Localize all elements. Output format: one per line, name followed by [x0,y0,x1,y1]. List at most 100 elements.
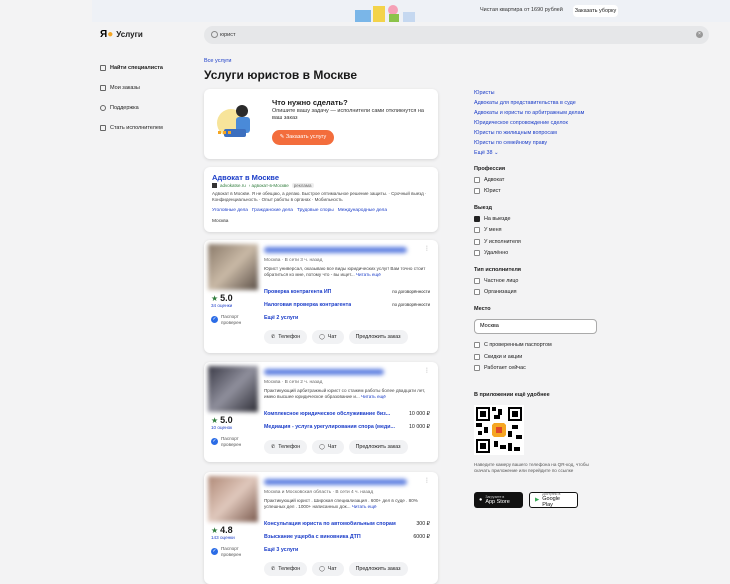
filter-checkbox[interactable]: На выезде [474,213,624,225]
chat-button[interactable]: ◯ Чат [312,562,344,576]
search-input[interactable] [220,29,680,41]
more-menu-icon[interactable]: ⋮ [424,477,430,484]
logo-text: Услуги [116,30,143,39]
ad-link[interactable]: Трудовые споры [297,208,334,213]
specialist-card[interactable]: ⋮ Москва · В сети 2 ч. назад Практикующи… [204,362,438,462]
filter-checkbox[interactable]: С проверенным паспортом [474,340,624,352]
grid-icon [100,65,106,71]
passport-verified: ✓ Паспорт проверен [211,436,241,447]
read-more-link[interactable]: Читать ещё [361,394,386,399]
reviews-link[interactable]: 143 оценки [211,535,235,540]
rating-value: 4.8 [220,525,233,535]
offer-order-button[interactable]: Предложить заказ [348,562,408,576]
logo[interactable]: Я● Услуги [100,29,143,40]
more-services-link[interactable]: Ещё 2 услуги [264,315,298,321]
breadcrumb[interactable]: Все услуги [204,58,231,64]
service-name: Взыскание ущерба с виновника ДТП [264,534,361,540]
checkbox[interactable] [474,238,480,245]
checkbox[interactable] [474,277,480,284]
order-cleaning-button[interactable]: Заказать уборку [573,5,618,17]
checkbox-checked[interactable] [474,215,480,222]
order-service-button[interactable]: ✎ Заказать услугу [272,130,334,145]
service-row[interactable]: Комплексное юридическое обслуживание биз… [264,411,430,417]
checkbox[interactable] [474,289,480,296]
checkbox[interactable] [474,342,480,349]
read-more-link[interactable]: Читать ещё [356,272,381,277]
specialist-name-blurred [264,247,407,253]
more-menu-icon[interactable]: ⋮ [424,245,430,252]
checkbox[interactable] [474,188,480,195]
person-with-phone-illustration [217,105,250,137]
checkbox-label: У исполнителя [484,238,521,245]
service-row[interactable]: Медиация - услуга урегулирования спора (… [264,424,430,430]
ad-link[interactable]: Уголовные дела [212,208,248,213]
chat-button[interactable]: ◯ Чат [312,440,344,454]
category-link[interactable]: Юристы по семейному праву [474,138,624,148]
filter-checkbox[interactable]: Частное лицо [474,275,624,287]
more-menu-icon[interactable]: ⋮ [424,367,430,374]
reviews-link[interactable]: 10 оценок [211,425,232,430]
ad-domain[interactable]: advokatse.ru [220,183,246,188]
passport-verified: ✓ Паспорт проверен [211,314,241,325]
banner-text: Чистая квартира от 1690 рублей [480,7,563,13]
star-icon: ★ [211,525,219,535]
service-row[interactable]: Взыскание ущерба с виновника ДТП 6000 ₽ [264,534,430,540]
specialist-card[interactable]: ⋮ Москва · В сети 3 ч. назад Юрист униве… [204,240,438,353]
place-input[interactable] [474,318,597,334]
star-icon: ★ [211,415,219,425]
service-price: 10 000 ₽ [408,411,430,417]
more-categories-link[interactable]: Ещё 38 ⌄ [474,148,624,158]
checkbox[interactable] [474,365,480,372]
offer-order-button[interactable]: Предложить заказ [348,440,408,454]
nav-find-specialist[interactable]: Найти специалиста [100,58,163,78]
google-play-button[interactable]: ▶ Доступно в Google Play [529,492,578,508]
category-link[interactable]: Юристы [474,88,624,98]
read-more-link[interactable]: Читать ещё [352,504,377,509]
ad-link[interactable]: Гражданские дела [252,208,293,213]
order-card-title: Что нужно сделать? [272,98,348,107]
filter-checkbox[interactable]: Юрист [474,186,624,198]
checkbox-label: У меня [484,227,502,234]
clear-icon[interactable]: × [696,31,703,38]
offer-order-button[interactable]: Предложить заказ [348,330,408,344]
nav-my-orders[interactable]: Мои заказы [100,78,163,98]
qr-code-icon [474,405,524,455]
specialist-card[interactable]: ⋮ Москва и Московская область · В сети 4… [204,472,438,584]
ad-link[interactable]: Международные дела [338,208,387,213]
service-row[interactable]: Консультация юриста по автомобильным спо… [264,521,430,527]
reviews-link[interactable]: 34 оценки [211,303,232,308]
filter-checkbox[interactable]: У меня [474,225,624,237]
checkbox[interactable] [474,353,480,360]
checkbox[interactable] [474,250,480,257]
service-row[interactable]: Налоговая проверка контрагента по догово… [264,302,430,308]
phone-button[interactable]: ✆ Телефон [264,440,308,454]
chat-button[interactable]: ◯ Чат [312,330,344,344]
phone-button[interactable]: ✆ Телефон [264,562,308,576]
filter-checkbox[interactable]: Скидки и акции [474,351,624,363]
filter-checkbox[interactable]: У исполнителя [474,236,624,248]
favicon-icon [212,183,217,188]
filter-checkbox[interactable]: Работает сейчас [474,363,624,375]
filter-checkbox[interactable]: Организация [474,287,624,299]
checkbox-label: Организация [484,289,517,296]
nav-support[interactable]: Поддержка [100,98,163,118]
service-row[interactable]: Проверка контрагента ИП по договорённост… [264,289,430,295]
chat-icon: ◯ [319,334,325,340]
checkbox[interactable] [474,227,480,234]
app-store-button[interactable]: ● Загрузите в App Store [474,492,523,508]
filter-checkbox[interactable]: Адвокат [474,174,624,186]
nav-become-executor[interactable]: Стать исполнителем [100,118,163,138]
filter-group-title: Тип исполнителя [474,267,522,273]
phone-button[interactable]: ✆ Телефон [264,330,308,344]
category-link[interactable]: Юристы по жилищным вопросам [474,128,624,138]
category-link[interactable]: Адвокаты для представительства в суде [474,98,624,108]
category-link[interactable]: Юридическое сопровождение сделок [474,118,624,128]
more-services-link[interactable]: Ещё 3 услуги [264,547,298,553]
ad-title[interactable]: Адвокат в Москве [212,173,279,182]
filter-checkbox[interactable]: Удалённо [474,248,624,260]
category-link[interactable]: Адвокаты и юристы по арбитражным делам [474,108,624,118]
checkbox[interactable] [474,176,480,183]
check-icon: ✓ [211,438,218,445]
checkbox-label: С проверенным паспортом [484,342,552,349]
specialist-description: Юрист универсал, оказываю все виды юриди… [264,266,434,278]
